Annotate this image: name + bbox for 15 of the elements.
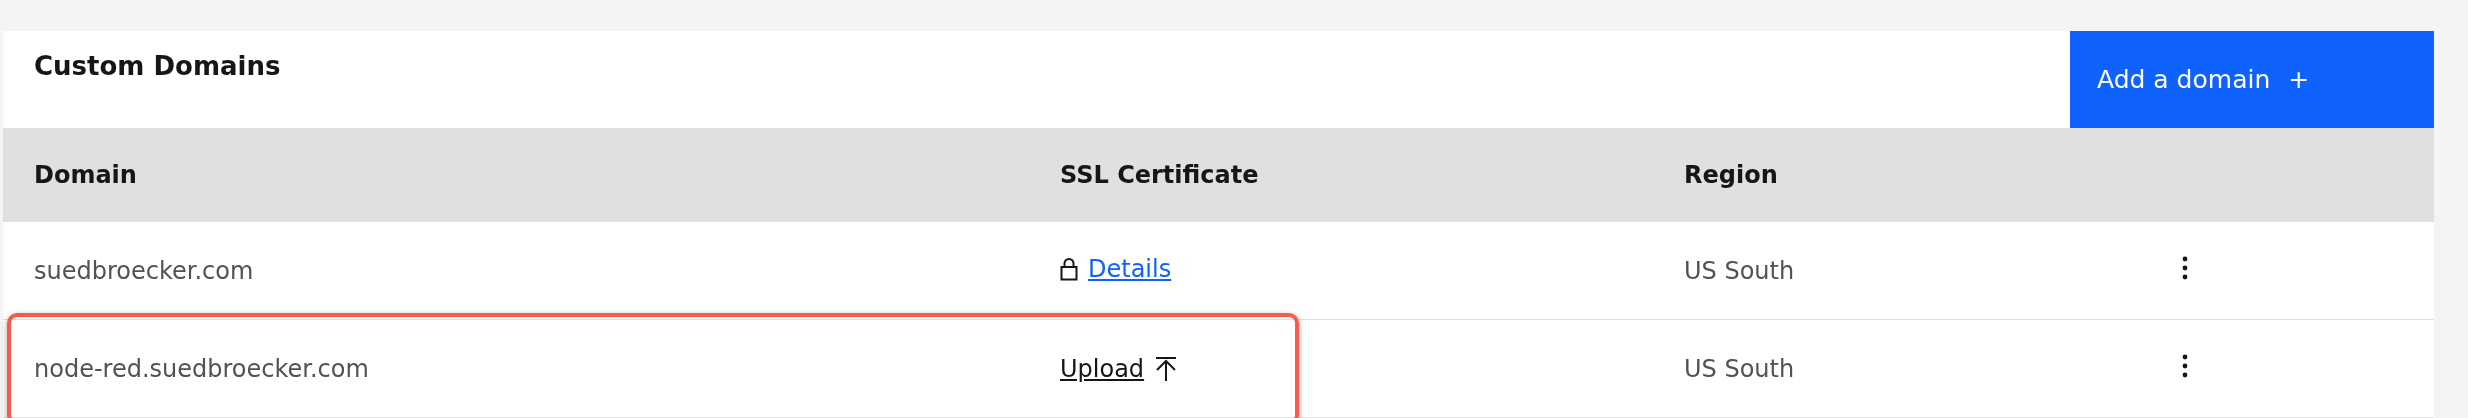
panel-title: Custom Domains [33,50,281,81]
column-header: Region [1684,161,1779,189]
region-cell-text: US South [1684,354,1796,383]
overflow-menu-icon[interactable] [2182,255,2188,280]
column-header: SSL Certificate [1060,161,1260,189]
lock-icon [1060,256,1078,281]
region-cell-text: US South [1684,256,1796,285]
column-header: Domain [34,161,138,189]
domain-cell-text: suedbroecker.com [34,256,255,285]
overflow-menu-icon[interactable] [2182,353,2188,378]
add-domain-button[interactable]: Add a domain + [2070,31,2434,128]
details-link[interactable]: Details [1060,254,1172,283]
upload-link[interactable]: Upload [1060,354,1179,383]
upload-icon [1154,355,1179,382]
domain-cell-text: node-red.suedbroecker.com [34,354,370,383]
